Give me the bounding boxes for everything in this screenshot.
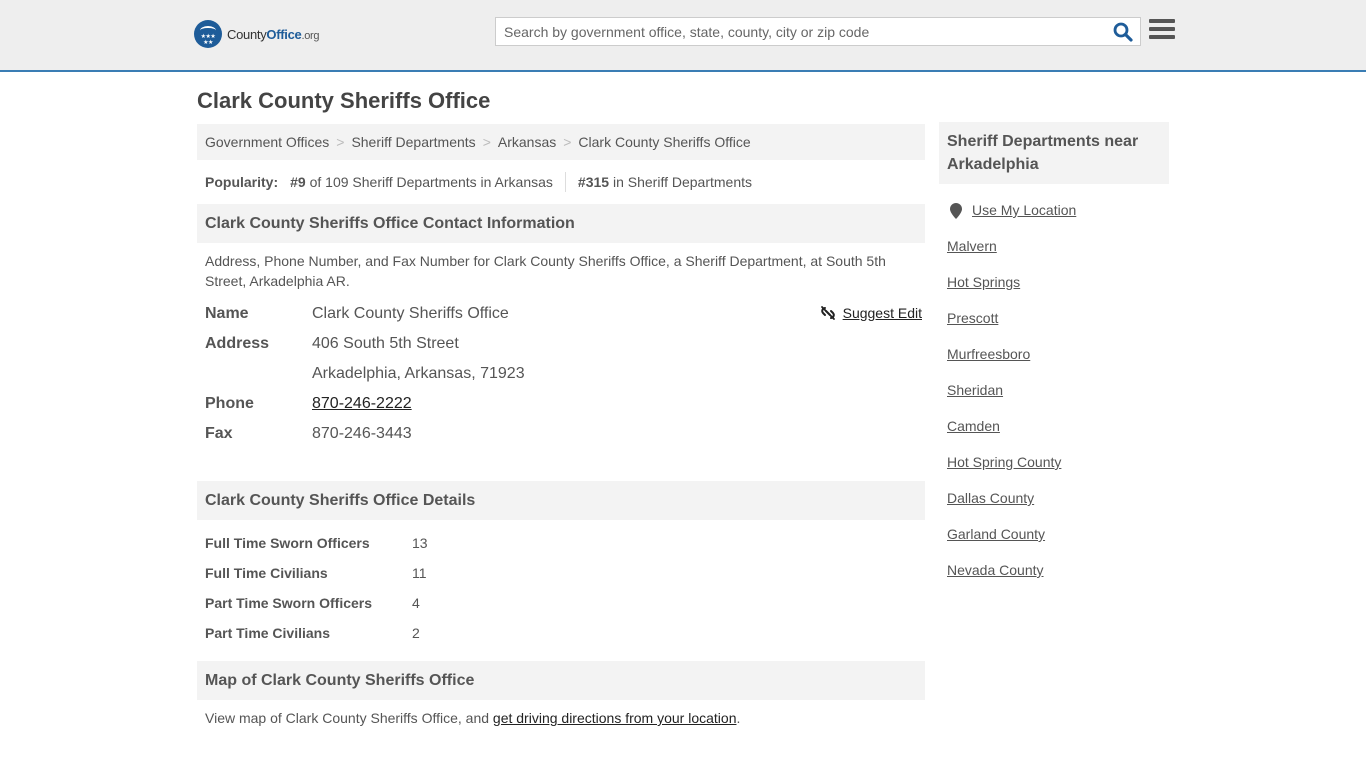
detail-value: 4 (412, 595, 420, 611)
nearby-item: Dallas County (947, 490, 1161, 526)
phone-link[interactable]: 870-246-2222 (312, 395, 412, 412)
nearby-item: Camden (947, 418, 1161, 454)
contact-heading: Clark County Sheriffs Office Contact Inf… (197, 204, 925, 243)
nearby-link[interactable]: Camden (947, 418, 1000, 434)
sidebar: Sheriff Departments near Arkadelphia Use… (939, 122, 1169, 598)
breadcrumb-sheriff-departments[interactable]: Sheriff Departments (351, 134, 475, 150)
name-label: Name (205, 305, 249, 322)
page-title: Clark County Sheriffs Office (197, 88, 491, 113)
address-label: Address (205, 335, 270, 352)
nearby-item: Malvern (947, 238, 1161, 274)
main-content: Government Offices > Sheriff Departments… (197, 124, 925, 726)
nearby-link[interactable]: Malvern (947, 238, 997, 254)
details-row: Full Time Civilians 11 (205, 558, 917, 588)
suggest-edit-label: Suggest Edit (842, 305, 922, 321)
hamburger-menu-icon (1149, 19, 1175, 23)
nearby-link[interactable]: Murfreesboro (947, 346, 1030, 362)
site-logo[interactable]: ★★★ ★★ CountyOffice.org (194, 20, 319, 48)
detail-value: 2 (412, 625, 420, 641)
breadcrumb-separator: > (336, 134, 345, 150)
details-row: Full Time Sworn Officers 13 (205, 528, 917, 558)
broken-link-icon (820, 306, 835, 320)
breadcrumb-arkansas[interactable]: Arkansas (498, 134, 556, 150)
state-rank: #9 (290, 174, 306, 190)
nearby-link[interactable]: Nevada County (947, 562, 1044, 578)
fax-label: Fax (205, 425, 233, 442)
details-list: Full Time Sworn Officers 13 Full Time Ci… (197, 520, 925, 648)
nearby-item: Nevada County (947, 562, 1161, 598)
nearby-link[interactable]: Dallas County (947, 490, 1034, 506)
details-row: Part Time Civilians 2 (205, 618, 917, 648)
search-box (495, 17, 1141, 46)
address-line2: Arkadelphia, Arkansas, 71923 (312, 365, 525, 382)
search-icon (1113, 22, 1133, 42)
state-rank-text: of 109 Sheriff Departments in Arkansas (309, 174, 553, 190)
detail-value: 13 (412, 535, 428, 551)
details-heading: Clark County Sheriffs Office Details (197, 481, 925, 520)
breadcrumb-separator: > (482, 134, 491, 150)
divider (564, 172, 566, 192)
nearby-item: Prescott (947, 310, 1161, 346)
driving-directions-link[interactable]: get driving directions from your locatio… (493, 710, 737, 726)
fax-value: 870-246-3443 (312, 425, 412, 442)
popularity: Popularity: #9 of 109 Sheriff Department… (197, 160, 925, 204)
name-row: Name Clark County Sheriffs Office (205, 299, 917, 329)
hamburger-menu-button[interactable] (1149, 19, 1175, 43)
eagle-logo-icon: ★★★ ★★ (194, 20, 222, 48)
search-input[interactable] (496, 18, 1106, 45)
nearby-item: Garland County (947, 526, 1161, 562)
national-rank-text: in Sheriff Departments (612, 174, 752, 190)
address-line1: 406 South 5th Street (312, 335, 459, 352)
site-header: ★★★ ★★ CountyOffice.org (0, 0, 1366, 72)
map-description: View map of Clark County Sheriffs Office… (205, 710, 741, 726)
address-row-2: Arkadelphia, Arkansas, 71923 (205, 359, 917, 389)
name-value: Clark County Sheriffs Office (312, 305, 509, 322)
nearby-link[interactable]: Hot Spring County (947, 454, 1061, 470)
detail-value: 11 (412, 565, 427, 581)
address-row: Address 406 South 5th Street (205, 329, 917, 359)
logo-text: CountyOffice.org (227, 26, 320, 42)
detail-label: Part Time Sworn Officers (205, 595, 373, 611)
suggest-edit-button[interactable]: Suggest Edit (820, 305, 922, 321)
nearby-link[interactable]: Prescott (947, 310, 998, 326)
national-rank: #315 (577, 174, 610, 190)
nearby-item: Murfreesboro (947, 346, 1161, 382)
phone-label: Phone (205, 395, 254, 412)
fax-row: Fax 870-246-3443 (205, 419, 917, 449)
nearby-item: Sheridan (947, 382, 1161, 418)
detail-label: Full Time Civilians (205, 565, 328, 581)
use-my-location-link[interactable]: Use My Location (972, 202, 1076, 218)
map-pin-icon (950, 203, 962, 219)
breadcrumb-government-offices[interactable]: Government Offices (205, 134, 329, 150)
phone-row: Phone 870-246-2222 (205, 389, 917, 419)
breadcrumb-current: Clark County Sheriffs Office (578, 134, 751, 150)
detail-label: Part Time Civilians (205, 625, 331, 641)
nearby-list: Use My Location Malvern Hot Springs Pres… (939, 184, 1169, 598)
nearby-link[interactable]: Hot Springs (947, 274, 1020, 290)
contact-info: Suggest Edit Name Clark County Sheriffs … (197, 291, 925, 449)
nearby-item: Hot Spring County (947, 454, 1161, 490)
nearby-link[interactable]: Sheridan (947, 382, 1003, 398)
details-row: Part Time Sworn Officers 4 (205, 588, 917, 618)
nearby-link[interactable]: Garland County (947, 526, 1045, 542)
breadcrumb: Government Offices > Sheriff Departments… (197, 124, 925, 160)
detail-label: Full Time Sworn Officers (205, 535, 370, 551)
breadcrumb-separator: > (563, 134, 572, 150)
map-heading: Map of Clark County Sheriffs Office (197, 661, 925, 700)
search-button[interactable] (1106, 18, 1140, 45)
use-location-item: Use My Location (947, 202, 1161, 238)
popularity-label: Popularity: (205, 174, 279, 190)
contact-description: Address, Phone Number, and Fax Number fo… (205, 253, 886, 289)
nearby-item: Hot Springs (947, 274, 1161, 310)
sidebar-heading: Sheriff Departments near Arkadelphia (939, 122, 1169, 184)
